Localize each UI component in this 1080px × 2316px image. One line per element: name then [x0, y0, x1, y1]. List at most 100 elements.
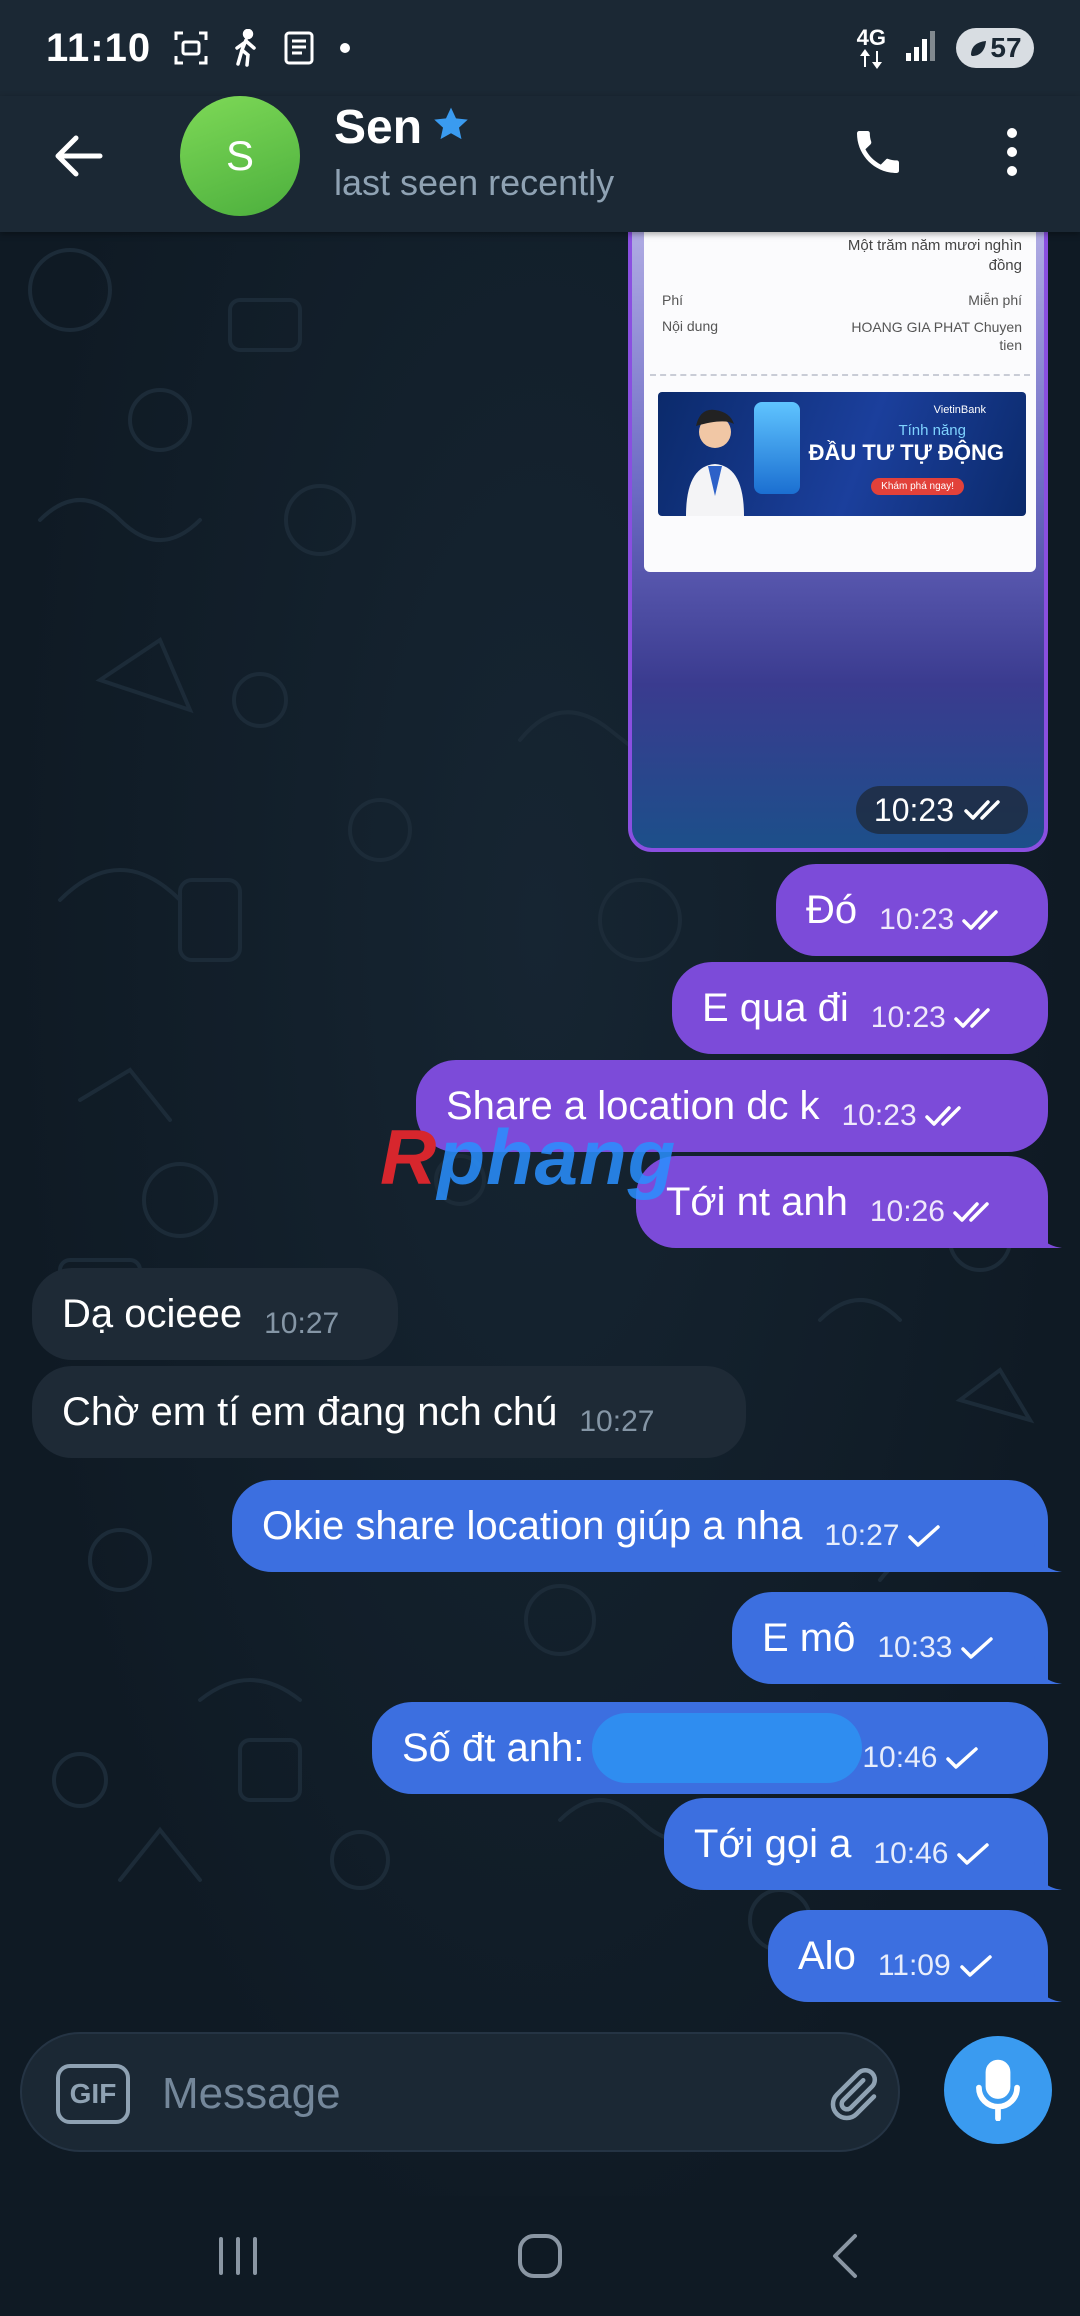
message-meta: 10:26 [870, 1195, 1025, 1229]
bubble-tail [1034, 1220, 1062, 1248]
image-message-meta: 10:23 [855, 786, 1028, 834]
more-options-button[interactable] [990, 120, 1034, 184]
dot-icon [339, 42, 351, 54]
outgoing-message[interactable]: E mô 10:33 [732, 1592, 1062, 1684]
single-check-icon [959, 1955, 992, 1977]
message-time: 10:27 [264, 1307, 340, 1340]
status-right: 4G 57 [857, 27, 1034, 69]
double-check-icon [964, 800, 1000, 820]
gif-button[interactable]: GIF [56, 2064, 130, 2124]
single-check-icon [946, 1747, 979, 1769]
message-meta: 10:46 [862, 1741, 1005, 1775]
phone-icon [857, 131, 899, 173]
outgoing-message[interactable]: Okie share location giúp a nha 10:27 [232, 1480, 1062, 1572]
outgoing-message[interactable]: E qua đi 10:23 [672, 962, 1048, 1054]
outgoing-message[interactable]: Alo 11:09 [768, 1910, 1062, 2002]
gif-label: GIF [69, 2078, 117, 2109]
message-input[interactable] [162, 2056, 722, 2132]
news-icon [283, 30, 317, 66]
double-check-icon [954, 1008, 990, 1028]
message-time: 10:23 [879, 903, 955, 936]
attach-button[interactable] [820, 2062, 884, 2126]
message-text: Tới nt anh [666, 1179, 848, 1224]
message-time: 10:33 [877, 1631, 953, 1664]
double-check-icon [953, 1202, 989, 1222]
chat-header: S Sen last seen recently [0, 96, 1080, 232]
message-time: 10:27 [824, 1519, 900, 1552]
contact-last-seen: last seen recently [334, 162, 615, 203]
outgoing-message[interactable]: Tới gọi a 10:46 [664, 1798, 1062, 1890]
status-bar: 11:10 4G 57 [0, 0, 1080, 96]
message-text: E mô [762, 1615, 856, 1660]
ad-line2: ĐẦU TƯ TỰ ĐỘNG [808, 440, 1004, 465]
receipt-row-fee: Phí Miễn phí [662, 292, 1022, 308]
signal-icon [904, 29, 938, 68]
bubble-tail [1034, 1656, 1062, 1684]
ad-person-image [686, 409, 744, 516]
double-check-icon [924, 1106, 961, 1126]
walking-icon [231, 29, 261, 67]
ad-cta: Khám phá ngay! [871, 478, 964, 495]
message-meta: 10:27 [264, 1307, 339, 1341]
bank-ad-banner: VietinBank Tính năng ĐẦU TƯ TỰ ĐỘNG Khám… [658, 392, 1026, 516]
avatar[interactable]: S [180, 96, 300, 216]
message-time: 11:09 [877, 1949, 951, 1982]
ad-line1: Tính năng [898, 422, 966, 439]
back-arrow-icon [55, 135, 103, 177]
receipt-row-value: HOANG GIA PHAT Chuyen tien [851, 319, 1022, 353]
message-time: 10:27 [579, 1405, 655, 1438]
message-text: Share a location dc k [446, 1083, 820, 1128]
ad-phone-graphic [754, 402, 800, 494]
single-check-icon [961, 1637, 994, 1659]
data-arrows-icon: 4G [857, 27, 886, 69]
outgoing-message[interactable]: Share a location dc k 10:23 [416, 1060, 1048, 1152]
message-meta: 10:27 [824, 1519, 967, 1553]
outgoing-message[interactable]: Tới nt anh 10:26 [636, 1156, 1062, 1248]
incoming-message[interactable]: Dạ ocieee 10:27 [32, 1268, 398, 1360]
more-vertical-icon [1007, 128, 1017, 176]
premium-star-icon [432, 106, 470, 147]
system-nav-bar [0, 2196, 1080, 2316]
message-meta: 10:27 [579, 1405, 654, 1439]
home-button[interactable] [508, 2224, 572, 2288]
back-button[interactable] [48, 126, 108, 186]
message-meta: 10:33 [877, 1631, 1020, 1665]
receipt-amount-text: Một trăm năm mươi nghìn đồng [847, 237, 1022, 274]
contact-name[interactable]: Sen [334, 100, 422, 155]
message-text: Okie share location giúp a nha [262, 1503, 803, 1548]
receipt-row-label: Phí [662, 292, 684, 308]
message-meta: 10:23 [842, 1099, 997, 1133]
status-time: 11:10 [46, 25, 152, 70]
outgoing-message[interactable]: Số đt anh: 10:46 [372, 1702, 1048, 1794]
paperclip-icon [830, 2067, 878, 2121]
call-button[interactable] [846, 120, 910, 184]
transfer-receipt: Một trăm năm mươi nghìn đồng Phí Miễn ph… [644, 194, 1036, 572]
bubble-tail [1034, 1544, 1062, 1572]
screenshot-icon [173, 30, 209, 66]
microphone-icon [976, 2059, 1020, 2121]
battery-icon: 57 [956, 28, 1034, 68]
network-label: 4G [856, 25, 886, 50]
chevron-left-icon [833, 2234, 857, 2278]
voice-record-button[interactable] [944, 2036, 1052, 2144]
receipt-row-label: Nội dung [662, 318, 719, 334]
bubble-tail [1034, 1974, 1062, 2002]
message-text: Dạ ocieee [62, 1291, 243, 1336]
message-text: Chờ em tí em đang nch chú [62, 1389, 558, 1434]
double-check-icon [962, 910, 998, 930]
recent-apps-button[interactable] [206, 2224, 270, 2288]
battery-level: 57 [990, 32, 1022, 63]
recent-apps-icon [219, 2237, 257, 2275]
single-check-icon [957, 1843, 990, 1865]
message-text: Đó [806, 887, 858, 932]
image-message[interactable]: Một trăm năm mươi nghìn đồng Phí Miễn ph… [628, 190, 1048, 852]
outgoing-message[interactable]: Đó 10:23 [776, 864, 1048, 956]
message-text: Alo [798, 1933, 856, 1978]
message-time: 10:46 [873, 1837, 949, 1870]
ad-brand: VietinBank [933, 404, 986, 416]
receipt-divider [650, 374, 1030, 376]
system-back-button[interactable] [812, 2224, 876, 2288]
message-meta: 10:46 [873, 1837, 1016, 1871]
avatar-initial: S [225, 132, 254, 179]
incoming-message[interactable]: Chờ em tí em đang nch chú 10:27 [32, 1366, 746, 1458]
